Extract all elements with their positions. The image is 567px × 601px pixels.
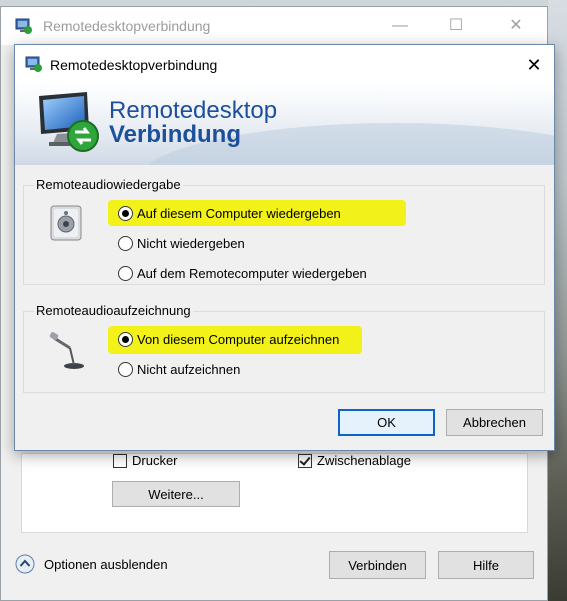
- banner-title-line2: Verbindung: [109, 121, 241, 148]
- play-on-remote-computer-radio[interactable]: [118, 266, 133, 281]
- options-toggle-label[interactable]: Optionen ausblenden: [44, 557, 168, 572]
- play-on-this-computer-label[interactable]: Auf diesem Computer wiedergeben: [137, 206, 341, 221]
- main-titlebar: Remotedesktopverbindung — ☐ ✕: [1, 7, 547, 45]
- dialog-titlebar: Remotedesktopverbindung ✕: [15, 45, 554, 83]
- local-resources-panel: [21, 453, 528, 533]
- dialog-banner: Remotedesktop Verbindung: [15, 83, 554, 165]
- audio-playback-group: Remoteaudiowiedergabe Auf diesem Compute…: [23, 177, 545, 285]
- dialog-title: Remotedesktopverbindung: [50, 57, 218, 73]
- maximize-button[interactable]: ☐: [444, 15, 468, 37]
- microphone-icon: [49, 332, 84, 369]
- do-not-play-label[interactable]: Nicht wiedergeben: [137, 236, 245, 251]
- do-not-record-label[interactable]: Nicht aufzeichnen: [137, 362, 240, 377]
- do-not-play-radio[interactable]: [118, 236, 133, 251]
- more-button[interactable]: Weitere...: [112, 481, 240, 507]
- clipboard-checkbox-label: Zwischenablage: [317, 453, 411, 468]
- main-window-title: Remotedesktopverbindung: [43, 18, 211, 34]
- printer-checkbox[interactable]: [113, 454, 127, 468]
- cancel-button[interactable]: Abbrechen: [446, 409, 543, 436]
- record-from-this-computer-radio[interactable]: [118, 332, 133, 347]
- speaker-icon: [50, 205, 82, 241]
- checkmark-icon: [299, 454, 311, 466]
- minimize-button[interactable]: —: [388, 15, 412, 37]
- audio-recording-group: Remoteaudioaufzeichnung Von diesem Compu…: [23, 303, 545, 393]
- remote-desktop-monitor-icon: [39, 92, 99, 152]
- audio-settings-dialog: Remotedesktopverbindung ✕ Remotedesktop …: [14, 44, 555, 451]
- remote-desktop-icon: [15, 18, 32, 34]
- play-on-remote-computer-label[interactable]: Auf dem Remotecomputer wiedergeben: [137, 266, 367, 281]
- dialog-close-button[interactable]: ✕: [520, 53, 548, 77]
- record-from-this-computer-label[interactable]: Von diesem Computer aufzeichnen: [137, 332, 339, 347]
- help-button[interactable]: Hilfe: [438, 551, 534, 579]
- close-button[interactable]: ✕: [504, 15, 528, 37]
- remote-desktop-icon: [25, 56, 42, 72]
- audio-playback-group-title: Remoteaudiowiedergabe: [34, 177, 183, 192]
- do-not-record-radio[interactable]: [118, 362, 133, 377]
- ok-button[interactable]: OK: [338, 409, 435, 436]
- play-on-this-computer-radio[interactable]: [118, 206, 133, 221]
- clipboard-checkbox[interactable]: [298, 454, 312, 468]
- audio-recording-group-title: Remoteaudioaufzeichnung: [34, 303, 193, 318]
- connect-button[interactable]: Verbinden: [329, 551, 426, 579]
- collapse-options-icon[interactable]: [15, 554, 35, 574]
- printer-checkbox-label: Drucker: [132, 453, 178, 468]
